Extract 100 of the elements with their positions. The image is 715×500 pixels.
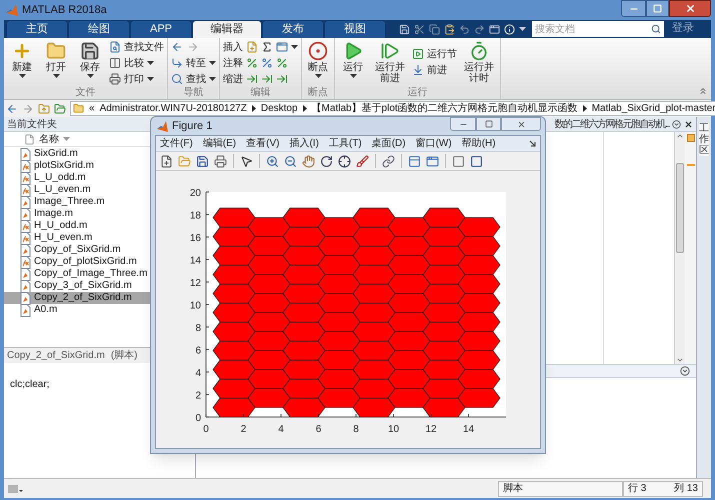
ribbon-button[interactable]: 前进 bbox=[412, 62, 457, 78]
toolbar-button[interactable] bbox=[319, 154, 334, 168]
printer-icon bbox=[214, 154, 227, 168]
file-name: plotSixGrid.m bbox=[34, 160, 94, 172]
ribbon-button[interactable]: 断点 bbox=[305, 38, 331, 78]
right-arrow-icon bbox=[187, 41, 199, 53]
indent-icon bbox=[261, 73, 273, 85]
ribbon-button[interactable]: 打开 bbox=[41, 38, 71, 78]
file-row[interactable]: Copy_2_of_SixGrid.m bbox=[4, 292, 150, 304]
editor-tab[interactable]: 数的二维六方网格元胞自动机... bbox=[554, 116, 669, 132]
file-row[interactable]: A0.m bbox=[4, 304, 150, 316]
ribbon-button[interactable]: 打印 bbox=[109, 71, 164, 87]
caret-icon bbox=[291, 45, 298, 49]
scissors-icon bbox=[414, 24, 425, 34]
menu-item[interactable]: 桌面(D) bbox=[372, 136, 406, 151]
ribbon-button[interactable]: 比较 bbox=[109, 55, 164, 71]
chevron-icon bbox=[302, 105, 307, 112]
legend-icon bbox=[426, 154, 439, 168]
maximize-button[interactable] bbox=[476, 117, 501, 131]
toolbar-button[interactable] bbox=[195, 154, 210, 168]
side-tab[interactable]: 工作区 bbox=[699, 123, 709, 156]
file-row[interactable]: L_U_even.m bbox=[4, 184, 150, 196]
file-row[interactable]: H_U_even.m bbox=[4, 232, 150, 244]
toolbar-button[interactable] bbox=[337, 154, 352, 168]
ribbon-button[interactable]: 运行并前进 bbox=[372, 38, 408, 84]
file-name: L_U_odd.m bbox=[34, 172, 86, 184]
circle-chevron-icon bbox=[680, 366, 690, 376]
ribbon-tab[interactable]: 发布 bbox=[263, 21, 323, 38]
ribbon-tab[interactable]: 编辑器 bbox=[193, 21, 261, 38]
breadcrumb[interactable]: 【Matlab】基于plot函数的二维六方网格元胞自动机显示函数 bbox=[312, 101, 578, 116]
file-row[interactable]: plotSixGrid.m bbox=[4, 160, 150, 172]
ribbon-tab[interactable]: 绘图 bbox=[69, 21, 129, 38]
file-name: Copy_3_of_SixGrid.m bbox=[34, 280, 132, 292]
sigma-icon bbox=[261, 41, 273, 53]
file-row[interactable]: H_U_odd.m bbox=[4, 220, 150, 232]
scrollbar[interactable] bbox=[674, 132, 685, 364]
sign-in-link[interactable]: 登录 bbox=[672, 20, 694, 36]
file-row[interactable]: SixGrid.m bbox=[4, 148, 150, 160]
ribbon-button[interactable]: 缩进 bbox=[223, 71, 243, 87]
ribbon-button[interactable]: 插入 bbox=[223, 39, 243, 55]
maximize-icon bbox=[484, 120, 492, 128]
tick-label: 2 bbox=[240, 424, 246, 435]
ribbon-tab[interactable]: 主页 bbox=[7, 21, 67, 38]
file-row[interactable]: Image_Three.m bbox=[4, 196, 150, 208]
tick-label: 10 bbox=[388, 424, 400, 435]
file-row[interactable]: Copy_of_Image_Three.m bbox=[4, 268, 150, 280]
toolbar-button[interactable] bbox=[283, 154, 298, 168]
plus-icon bbox=[12, 41, 32, 61]
script-file-icon bbox=[20, 280, 31, 292]
ribbon-button[interactable]: 转至 bbox=[171, 55, 216, 71]
timer-icon bbox=[469, 41, 489, 61]
file-row[interactable]: Copy_of_plotSixGrid.m bbox=[4, 256, 150, 268]
toolbar-button[interactable] bbox=[159, 154, 174, 168]
maximize-button[interactable] bbox=[646, 0, 669, 17]
menu-item[interactable]: 插入(I) bbox=[289, 136, 319, 151]
ribbon-tab[interactable]: 视图 bbox=[325, 21, 385, 38]
toolbar-button[interactable] bbox=[355, 154, 370, 168]
file-preview: clc;clear; bbox=[10, 379, 50, 390]
ribbon-button[interactable]: 查找 bbox=[171, 71, 216, 87]
menu-item[interactable]: 文件(F) bbox=[160, 136, 193, 151]
breadcrumb[interactable]: Desktop bbox=[260, 101, 298, 116]
search-field[interactable]: 搜索文档 bbox=[532, 21, 664, 37]
left-arrow-icon bbox=[171, 41, 183, 53]
toolbar-button[interactable] bbox=[381, 154, 396, 168]
clipboard-icon bbox=[444, 24, 455, 34]
menu-item[interactable]: 查看(V) bbox=[246, 136, 280, 151]
caret-icon bbox=[147, 77, 154, 81]
menu-item[interactable]: 编辑(E) bbox=[202, 136, 236, 151]
circle-chevron-icon bbox=[672, 120, 681, 128]
column-header[interactable]: 名称 bbox=[39, 132, 70, 146]
ribbon-button[interactable]: 运行节 bbox=[412, 46, 457, 62]
toolbar-button[interactable] bbox=[265, 154, 280, 168]
right-arrow-icon bbox=[22, 102, 34, 114]
ribbon-button[interactable]: 注释 bbox=[223, 55, 243, 71]
ribbon-tab[interactable]: APP bbox=[131, 21, 191, 38]
file-row[interactable]: Copy_of_SixGrid.m bbox=[4, 244, 150, 256]
status-mode: 脚本 bbox=[503, 482, 523, 496]
menu-item[interactable]: 帮助(H) bbox=[462, 136, 496, 151]
tick-label: 6 bbox=[316, 424, 322, 435]
ribbon-button[interactable]: 保存 bbox=[75, 38, 105, 78]
cell-icon bbox=[276, 41, 288, 53]
ribbon-button[interactable]: 运行 bbox=[338, 38, 368, 78]
menu-item[interactable]: 工具(T) bbox=[328, 136, 362, 151]
ribbon-button[interactable]: 新建 bbox=[7, 38, 37, 78]
ribbon-button[interactable]: 运行并计时 bbox=[461, 38, 497, 84]
minimize-button[interactable] bbox=[621, 0, 646, 17]
close-button[interactable] bbox=[669, 0, 711, 17]
ribbon-button[interactable]: 查找文件 bbox=[109, 39, 164, 55]
toolbar-button[interactable] bbox=[469, 154, 484, 168]
menu-item[interactable]: 窗口(W) bbox=[416, 136, 452, 151]
breadcrumb[interactable]: Administrator.WIN7U-20180127Z bbox=[100, 101, 247, 116]
file-row[interactable]: Image.m bbox=[4, 208, 150, 220]
file-row[interactable]: Copy_3_of_SixGrid.m bbox=[4, 280, 150, 292]
toolbar-button[interactable] bbox=[239, 154, 254, 168]
file-row[interactable]: L_U_odd.m bbox=[4, 172, 150, 184]
printer-icon bbox=[109, 73, 121, 85]
breadcrumb-overflow[interactable]: « bbox=[89, 101, 95, 116]
file-name: Copy_of_SixGrid.m bbox=[34, 244, 121, 256]
toolbar-button[interactable] bbox=[213, 154, 228, 168]
close-icon bbox=[684, 3, 696, 14]
